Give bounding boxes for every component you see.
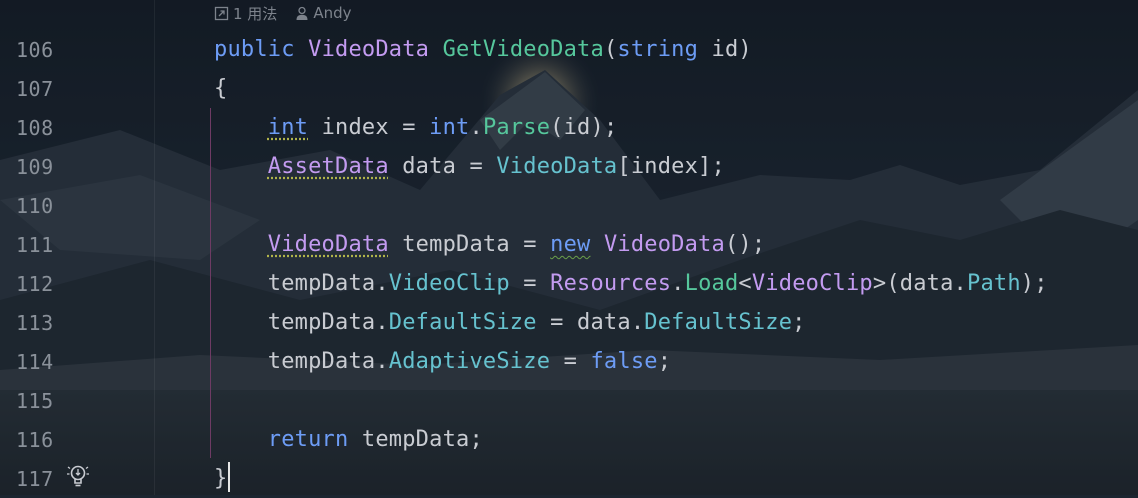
line-number[interactable]: 106 — [16, 38, 66, 62]
code-token: = data. — [537, 310, 645, 335]
line-number[interactable]: 112 — [16, 272, 66, 296]
code-line[interactable]: 110 — [0, 186, 1138, 225]
code-text[interactable]: return tempData; — [214, 427, 483, 452]
code-token: (); — [725, 232, 765, 257]
code-text[interactable]: AssetData data = VideoData[index]; — [214, 154, 725, 179]
code-token: } — [214, 466, 227, 491]
code-token: (id); — [550, 115, 617, 140]
code-token: [index]; — [617, 154, 725, 179]
code-line[interactable]: 114 tempData.AdaptiveSize = false; — [0, 342, 1138, 381]
line-number[interactable]: 107 — [16, 77, 66, 101]
code-token: new — [550, 232, 590, 257]
author-label: Andy — [313, 4, 351, 22]
code-token: . — [671, 271, 684, 296]
code-line[interactable]: 107 { — [0, 69, 1138, 108]
code-token: VideoData — [308, 37, 429, 62]
code-token: id) — [698, 37, 752, 62]
code-line[interactable]: 111 VideoData tempData = new VideoData()… — [0, 225, 1138, 264]
code-token: false — [590, 349, 657, 374]
person-icon — [295, 6, 309, 21]
code-token: public — [214, 37, 295, 62]
code-line[interactable]: 109 AssetData data = VideoData[index]; — [0, 147, 1138, 186]
code-token: = — [510, 271, 550, 296]
code-line[interactable]: 115 — [0, 381, 1138, 420]
code-token: tempData; — [348, 427, 482, 452]
code-token — [214, 154, 268, 179]
code-token: ; — [658, 349, 671, 374]
code-token: index = — [308, 115, 429, 140]
code-token: return — [268, 427, 349, 452]
code-token: ); — [1021, 271, 1048, 296]
code-token: . — [469, 115, 482, 140]
lightbulb-icon[interactable] — [66, 463, 90, 493]
line-number[interactable]: 114 — [16, 350, 66, 374]
code-token: ; — [792, 310, 805, 335]
code-token: AssetData — [268, 154, 389, 179]
line-number[interactable]: 109 — [16, 155, 66, 179]
code-token: VideoData — [496, 154, 617, 179]
code-token — [295, 37, 308, 62]
code-token: GetVideoData — [443, 37, 604, 62]
code-token: DefaultSize — [389, 310, 537, 335]
code-text[interactable]: tempData.DefaultSize = data.DefaultSize; — [214, 310, 806, 335]
code-line[interactable]: 106 public VideoData GetVideoData(string … — [0, 30, 1138, 69]
code-text[interactable]: } — [214, 464, 230, 494]
code-line[interactable]: 116 return tempData; — [0, 420, 1138, 459]
code-token — [214, 232, 268, 257]
text-caret — [228, 462, 230, 492]
code-token: { — [214, 76, 227, 101]
line-number[interactable]: 115 — [16, 389, 66, 413]
author-hint[interactable]: Andy — [295, 4, 351, 22]
code-token: VideoClip — [389, 271, 510, 296]
usages-hint[interactable]: 1 用法 — [214, 3, 277, 24]
code-token: tempData. — [214, 310, 389, 335]
code-token: int — [268, 115, 308, 140]
code-token: < — [738, 271, 751, 296]
code-token — [590, 232, 603, 257]
code-token: Parse — [483, 115, 550, 140]
code-token: AdaptiveSize — [389, 349, 550, 374]
line-number[interactable]: 108 — [16, 116, 66, 140]
code-token: >(data. — [873, 271, 967, 296]
code-token — [214, 115, 268, 140]
line-number[interactable]: 110 — [16, 194, 66, 218]
usages-label: 1 用法 — [233, 3, 277, 24]
code-token: VideoData — [268, 232, 389, 257]
code-text[interactable]: int index = int.Parse(id); — [214, 115, 617, 140]
code-token — [429, 37, 442, 62]
code-token — [214, 427, 268, 452]
code-token: tempData. — [214, 271, 389, 296]
code-line[interactable]: 112 tempData.VideoClip = Resources.Load<… — [0, 264, 1138, 303]
code-token: VideoClip — [752, 271, 873, 296]
code-token: tempData. — [214, 349, 389, 374]
code-token: data = — [389, 154, 497, 179]
code-line[interactable]: 108 int index = int.Parse(id); — [0, 108, 1138, 147]
code-token: VideoData — [604, 232, 725, 257]
code-token: string — [617, 37, 698, 62]
line-number[interactable]: 113 — [16, 311, 66, 335]
code-token: tempData = — [389, 232, 550, 257]
code-token: DefaultSize — [644, 310, 792, 335]
code-text[interactable]: { — [214, 76, 227, 101]
code-token: ( — [604, 37, 617, 62]
line-number[interactable]: 117 — [16, 467, 66, 491]
code-token: Resources — [550, 271, 671, 296]
code-vision-hints: 1 用法 Andy — [214, 2, 351, 24]
code-text[interactable]: VideoData tempData = new VideoData(); — [214, 232, 765, 257]
code-line[interactable]: 113 tempData.DefaultSize = data.DefaultS… — [0, 303, 1138, 342]
code-text[interactable]: tempData.VideoClip = Resources.Load<Vide… — [214, 271, 1048, 296]
code-text[interactable]: tempData.AdaptiveSize = false; — [214, 349, 671, 374]
line-number[interactable]: 111 — [16, 233, 66, 257]
usages-link-icon — [214, 6, 229, 21]
line-number[interactable]: 116 — [16, 428, 66, 452]
code-token: = — [550, 349, 590, 374]
code-token: Path — [967, 271, 1021, 296]
code-text[interactable]: public VideoData GetVideoData(string id) — [214, 37, 752, 62]
code-token: Load — [685, 271, 739, 296]
code-line[interactable]: 117} — [0, 459, 1138, 498]
code-token: int — [429, 115, 469, 140]
